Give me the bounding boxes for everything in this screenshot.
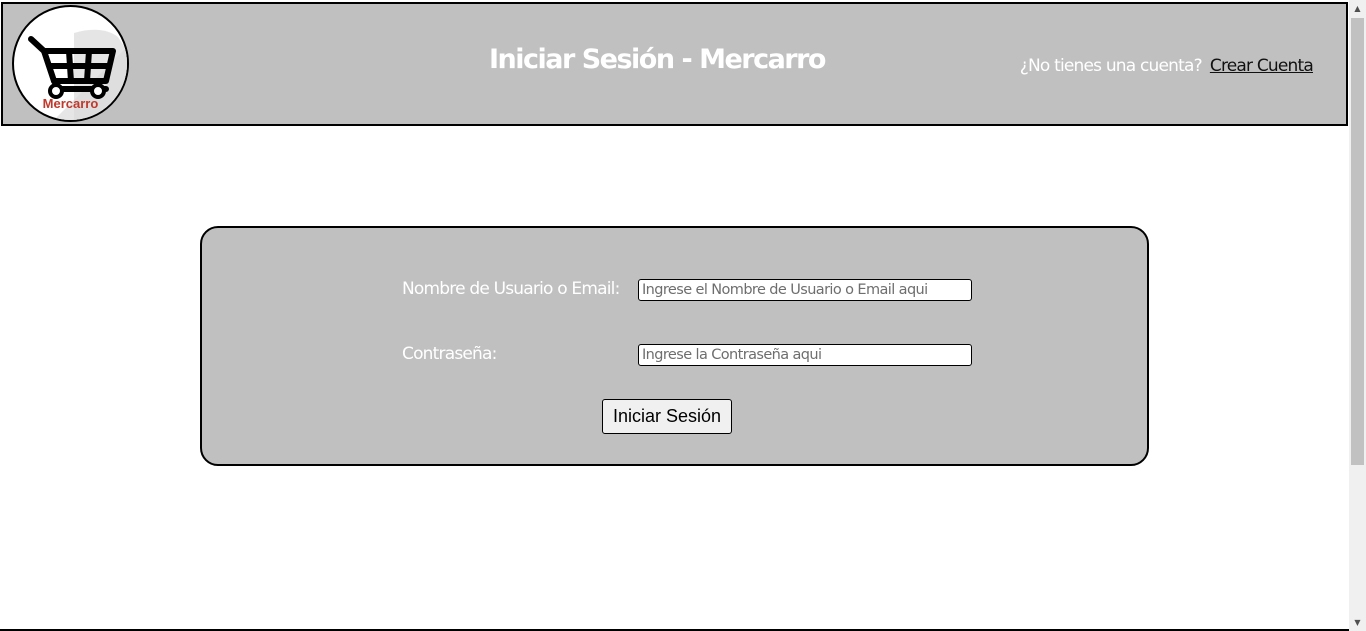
account-prompt-text: ¿No tienes una cuenta? bbox=[1019, 56, 1203, 76]
username-label: Nombre de Usuario o Email: bbox=[402, 279, 620, 299]
vertical-scrollbar[interactable]: ▲ ▼ bbox=[1349, 0, 1366, 631]
browser-viewport: Mercarro Iniciar Sesión - Mercarro ¿No t… bbox=[0, 0, 1366, 631]
password-input[interactable] bbox=[638, 344, 972, 366]
account-prompt: ¿No tienes una cuenta? Crear Cuenta bbox=[1019, 56, 1314, 76]
arrow-down-icon[interactable]: ▼ bbox=[1349, 614, 1366, 631]
logo-text: Mercarro bbox=[42, 96, 99, 111]
page-content: Mercarro Iniciar Sesión - Mercarro ¿No t… bbox=[0, 0, 1349, 631]
logo[interactable]: Mercarro bbox=[12, 5, 129, 122]
create-account-link[interactable]: Crear Cuenta bbox=[1210, 56, 1314, 76]
password-label: Contraseña: bbox=[402, 344, 497, 364]
site-header: Mercarro Iniciar Sesión - Mercarro ¿No t… bbox=[1, 2, 1348, 126]
login-button[interactable]: Iniciar Sesión bbox=[602, 399, 732, 434]
login-panel: Nombre de Usuario o Email: Contraseña: I… bbox=[200, 226, 1149, 466]
scrollbar-thumb[interactable] bbox=[1351, 18, 1364, 465]
username-input[interactable] bbox=[638, 279, 972, 301]
page-title: Iniciar Sesión - Mercarro bbox=[489, 44, 826, 75]
arrow-up-icon[interactable]: ▲ bbox=[1349, 0, 1366, 17]
